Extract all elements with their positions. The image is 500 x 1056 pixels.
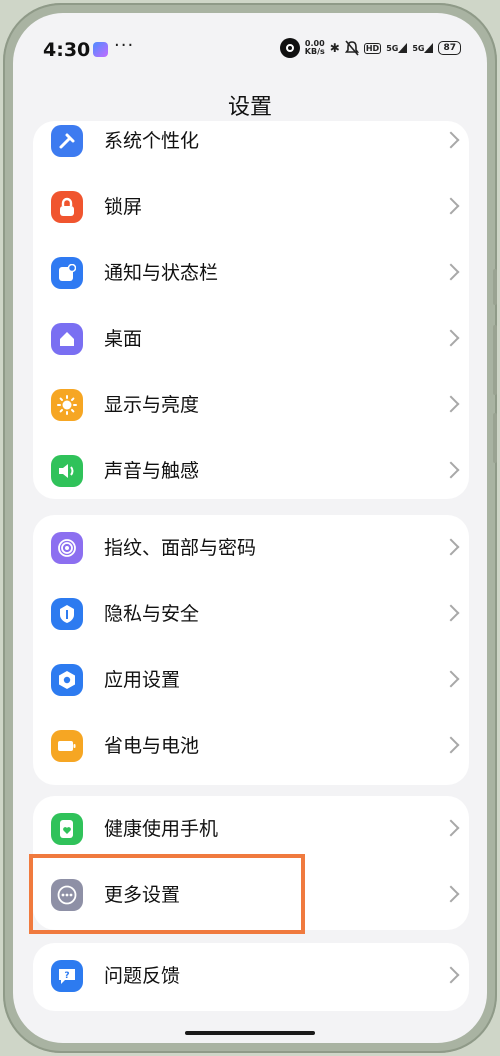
settings-item-battery[interactable]: 省电与电池 — [33, 713, 469, 779]
signal-2-icon: 5G — [412, 42, 434, 53]
status-bar: 4:30 ··· 0.00 KB/s ✱ HD 5G 5G 87 — [13, 13, 487, 77]
chevron-right-icon — [442, 819, 460, 837]
settings-group-4: ? 问题反馈 — [33, 943, 469, 1011]
health-icon — [51, 813, 83, 845]
chevron-right-icon — [442, 263, 460, 281]
settings-group-2: 指纹、面部与密码 隐私与安全 应用设置 省电与电池 — [33, 515, 469, 785]
status-time: 4:30 — [43, 39, 91, 61]
signal-1-icon: 5G — [386, 42, 408, 53]
settings-item-app-settings[interactable]: 应用设置 — [33, 647, 469, 713]
chevron-right-icon — [442, 461, 460, 479]
settings-item-privacy[interactable]: 隐私与安全 — [33, 581, 469, 647]
svg-text:?: ? — [64, 971, 69, 981]
fingerprint-icon — [51, 532, 83, 564]
more-notifications-icon: ··· — [114, 35, 135, 56]
chevron-right-icon — [442, 604, 460, 622]
settings-item-feedback[interactable]: ? 问题反馈 — [33, 943, 469, 1009]
settings-item-display[interactable]: 显示与亮度 — [33, 372, 469, 438]
settings-item-label: 系统个性化 — [104, 130, 200, 152]
settings-item-label: 指纹、面部与密码 — [104, 537, 257, 559]
home-icon — [51, 323, 83, 355]
app-notification-icon — [93, 42, 108, 57]
settings-item-sound[interactable]: 声音与触感 — [33, 438, 469, 499]
highlight-annotation — [29, 854, 305, 934]
settings-item-label: 显示与亮度 — [104, 394, 200, 416]
settings-item-lock-screen[interactable]: 锁屏 — [33, 174, 469, 240]
chevron-right-icon — [442, 670, 460, 688]
chevron-right-icon — [442, 538, 460, 556]
settings-item-label: 桌面 — [104, 328, 143, 350]
chevron-right-icon — [442, 197, 460, 215]
settings-item-label: 应用设置 — [104, 669, 181, 691]
phone-frame: 4:30 ··· 0.00 KB/s ✱ HD 5G 5G 87 设置 系统个性… — [3, 3, 497, 1053]
screen: 4:30 ··· 0.00 KB/s ✱ HD 5G 5G 87 设置 系统个性… — [13, 13, 487, 1043]
volume-down-button — [493, 325, 497, 395]
settings-item-digital-wellbeing[interactable]: 健康使用手机 — [33, 796, 469, 862]
feedback-icon: ? — [51, 960, 83, 992]
status-indicators: 0.00 KB/s ✱ HD 5G 5G 87 — [279, 37, 461, 59]
recording-icon — [279, 38, 300, 58]
power-button — [493, 413, 497, 463]
battery-icon — [51, 730, 83, 762]
network-speed-unit: KB/s — [304, 47, 325, 56]
notification-icon — [51, 257, 83, 289]
bluetooth-icon: ✱ — [329, 41, 340, 55]
settings-item-label: 问题反馈 — [104, 965, 181, 987]
settings-item-label: 声音与触感 — [104, 460, 200, 482]
chevron-right-icon — [442, 329, 460, 347]
network-speed: 0.00 KB/s — [305, 40, 325, 56]
settings-item-label: 通知与状态栏 — [104, 262, 219, 284]
personalization-icon — [51, 125, 83, 157]
speaker-icon — [51, 455, 83, 487]
page-title: 设置 — [227, 95, 272, 120]
chevron-right-icon — [442, 966, 460, 984]
mute-icon — [344, 40, 359, 56]
volume-up-button — [493, 269, 497, 305]
chevron-right-icon — [442, 736, 460, 754]
settings-item-label: 锁屏 — [104, 196, 143, 218]
chevron-right-icon — [442, 395, 460, 413]
app-settings-icon — [51, 664, 83, 696]
chevron-right-icon — [442, 885, 460, 903]
battery-indicator: 87 — [438, 41, 461, 55]
chevron-right-icon — [442, 131, 460, 149]
sun-icon — [51, 389, 83, 421]
settings-item-personalization[interactable]: 系统个性化 — [33, 121, 469, 174]
settings-item-label: 省电与电池 — [104, 735, 200, 757]
lock-icon — [51, 191, 83, 223]
settings-item-desktop[interactable]: 桌面 — [33, 306, 469, 372]
settings-group-1: 系统个性化 锁屏 通知与状态栏 桌面 显示与亮度 声音与触感 — [33, 121, 469, 499]
privacy-icon — [51, 598, 83, 630]
settings-item-notifications[interactable]: 通知与状态栏 — [33, 240, 469, 306]
settings-item-label: 隐私与安全 — [104, 603, 200, 625]
settings-item-label: 健康使用手机 — [104, 818, 219, 840]
hd-badge: HD — [363, 42, 382, 54]
settings-item-fingerprint[interactable]: 指纹、面部与密码 — [33, 515, 469, 581]
home-indicator[interactable] — [185, 1031, 315, 1035]
